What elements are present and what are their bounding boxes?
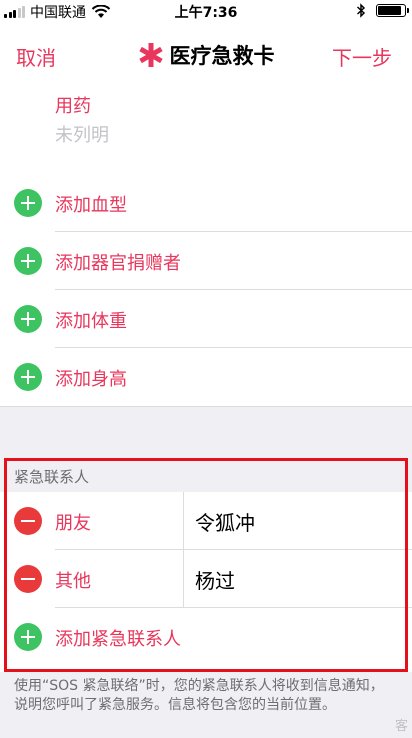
add-blood-type-label: 添加血型: [55, 195, 127, 216]
watermark: 客: [394, 719, 408, 734]
bluetooth-icon: [356, 3, 366, 18]
add-emergency-contact-label: 添加紧急联系人: [55, 629, 181, 650]
emergency-contacts-header: 紧急联系人: [0, 458, 412, 492]
add-height-label: 添加身高: [55, 369, 127, 390]
plus-circle-icon: [14, 247, 42, 275]
add-weight-label: 添加体重: [55, 311, 127, 332]
medical-asterisk-icon: [138, 43, 163, 67]
footer-note: 使用“SOS 紧急联络”时，您的紧急联系人将收到信息通知，说明您呼叫了紧急服务。…: [0, 672, 412, 738]
plus-circle-icon: [14, 623, 42, 651]
medications-label: 用药: [55, 96, 91, 117]
section-separator: [0, 406, 412, 459]
plus-circle-icon: [14, 305, 42, 333]
contact-row[interactable]: 其他 杨过: [0, 550, 412, 608]
divider: [183, 550, 184, 608]
delete-contact-icon[interactable]: [14, 507, 42, 535]
contact-name[interactable]: 令狐冲: [195, 507, 255, 536]
delete-contact-icon[interactable]: [14, 565, 42, 593]
contact-row[interactable]: 朋友 令狐冲: [0, 492, 412, 550]
battery-fill: [378, 6, 402, 15]
page-title-text: 医疗急救卡: [169, 44, 275, 68]
footer-text: 使用“SOS 紧急联络”时，您的紧急联系人将收到信息通知，说明您呼叫了紧急服务。…: [14, 678, 384, 713]
add-blood-type-row[interactable]: 添加血型: [0, 174, 412, 232]
status-time: 上午7:36: [174, 5, 238, 21]
contact-name[interactable]: 杨过: [195, 565, 235, 594]
add-organ-donor-label: 添加器官捐赠者: [55, 253, 181, 274]
section-header-label: 紧急联系人: [14, 468, 90, 486]
contact-relation[interactable]: 其他: [55, 567, 91, 593]
add-organ-donor-row[interactable]: 添加器官捐赠者: [0, 232, 412, 290]
status-bar: 中国联通 上午7:36: [0, 0, 412, 22]
next-button[interactable]: 下一步: [332, 42, 392, 71]
battery-icon: [376, 4, 409, 17]
add-height-row[interactable]: 添加身高: [0, 348, 412, 406]
navigation-bar: 取消 医疗急救卡 下一步: [0, 22, 412, 84]
medications-field[interactable]: 未列明: [55, 121, 109, 147]
add-emergency-contact-row[interactable]: 添加紧急联系人: [0, 608, 412, 666]
add-weight-row[interactable]: 添加体重: [0, 290, 412, 348]
plus-circle-icon: [14, 363, 42, 391]
plus-circle-icon: [14, 189, 42, 217]
divider: [183, 492, 184, 550]
contact-relation[interactable]: 朋友: [55, 509, 91, 535]
